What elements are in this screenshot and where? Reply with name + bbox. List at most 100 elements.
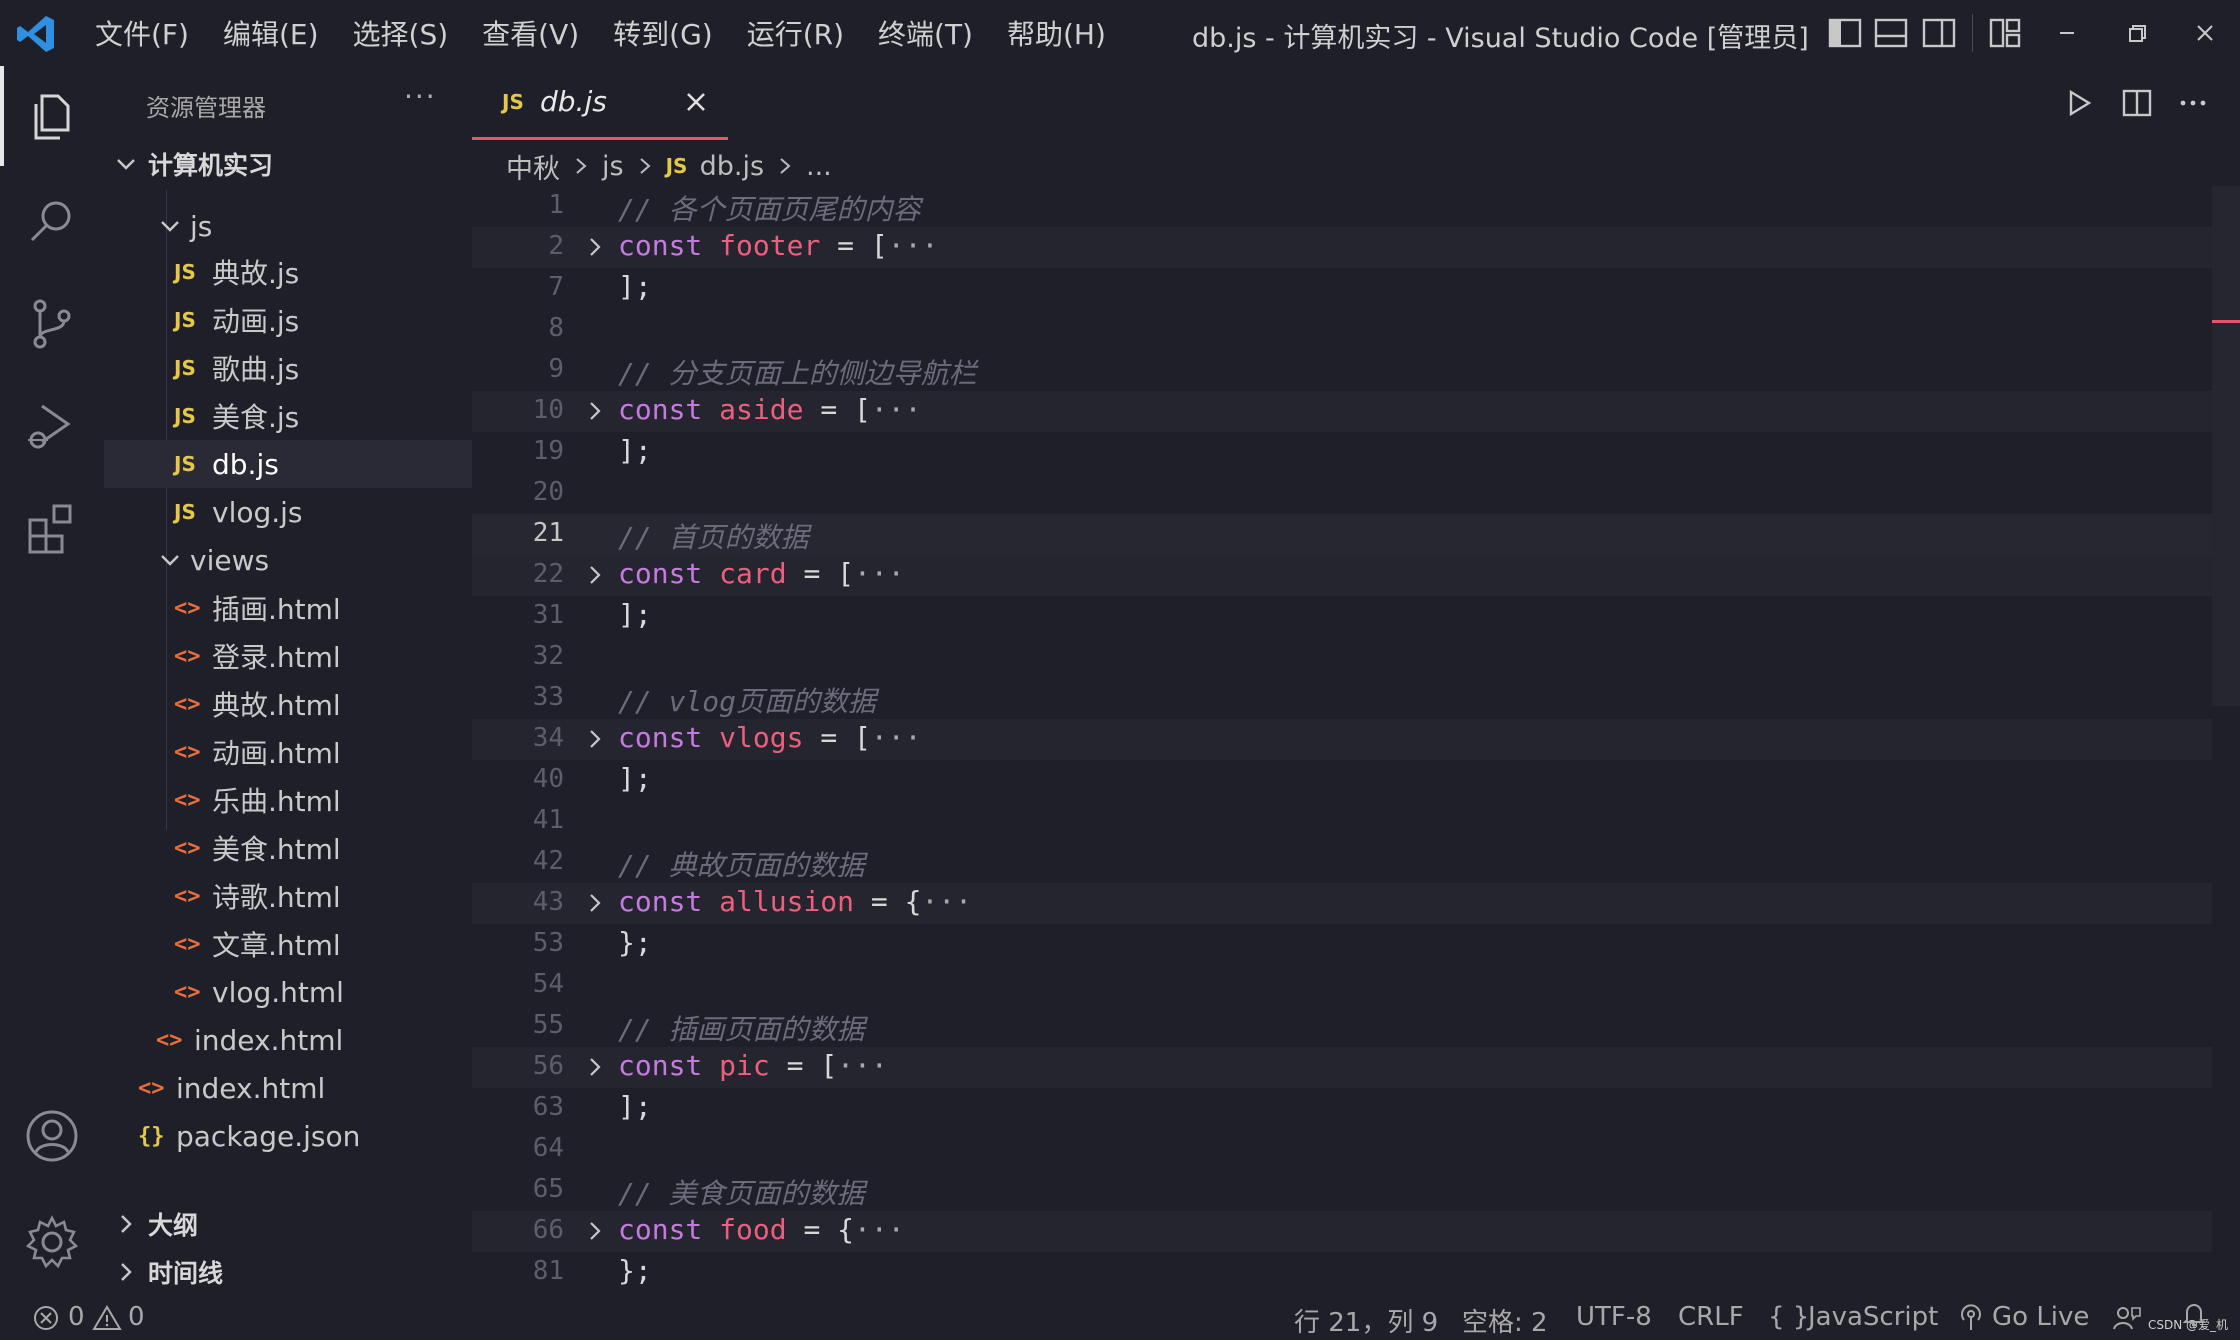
code-line[interactable]: 1 // 各个页面页尾的内容	[472, 186, 2212, 227]
tree-file-html[interactable]: <> 美食.html	[104, 824, 472, 872]
tree-folder-root[interactable]: 计算机实习	[104, 140, 472, 188]
close-icon[interactable]	[2186, 14, 2224, 52]
code-line[interactable]: 19];	[472, 432, 2212, 473]
run-debug-icon[interactable]	[22, 396, 82, 456]
timeline-section[interactable]: 时间线	[104, 1248, 472, 1296]
code-line[interactable]: 2 const footer = [···	[472, 227, 2212, 268]
menu-run[interactable]: 运行(R)	[730, 13, 861, 53]
tree-file-js-selected[interactable]: JS db.js	[104, 440, 472, 488]
code-line[interactable]: 43 const allusion = {···	[472, 883, 2212, 924]
tree-file-html[interactable]: <> 插画.html	[104, 584, 472, 632]
tree-file-html[interactable]: <> 文章.html	[104, 920, 472, 968]
tree-folder-js[interactable]: js	[104, 202, 472, 250]
toggle-secondary-sidebar-icon[interactable]	[1920, 14, 1958, 52]
error-icon[interactable]	[32, 1304, 60, 1332]
fold-chevron-right-icon[interactable]	[584, 1220, 606, 1242]
code-line[interactable]: 9 // 分支页面上的侧边导航栏	[472, 350, 2212, 391]
fold-chevron-right-icon[interactable]	[584, 728, 606, 750]
code-line[interactable]: 64	[472, 1129, 2212, 1170]
tree-file-html[interactable]: <> 登录.html	[104, 632, 472, 680]
tree-file-json[interactable]: {} package.json	[104, 1112, 472, 1160]
code-line[interactable]: 54	[472, 965, 2212, 1006]
tree-file-js[interactable]: JS 歌曲.js	[104, 344, 472, 392]
code-line[interactable]: 20	[472, 473, 2212, 514]
code-line[interactable]: 66 const food = {···	[472, 1211, 2212, 1252]
notifications-bell-icon[interactable]	[2180, 1300, 2208, 1328]
code-line[interactable]: 56 const pic = [···	[472, 1047, 2212, 1088]
error-count[interactable]: 0	[68, 1302, 85, 1332]
minimize-icon[interactable]	[2048, 14, 2086, 52]
outline-section[interactable]: 大纲	[104, 1200, 472, 1248]
code-line[interactable]: 41	[472, 801, 2212, 842]
customize-layout-icon[interactable]	[1986, 14, 2024, 52]
fold-chevron-right-icon[interactable]	[584, 564, 606, 586]
cursor-position[interactable]: 行 21，列 9	[1294, 1302, 1438, 1339]
end-of-line[interactable]: CRLF	[1678, 1302, 1744, 1332]
code-line[interactable]: 31];	[472, 596, 2212, 637]
code-line[interactable]: 34 const vlogs = [···	[472, 719, 2212, 760]
breadcrumb-item[interactable]: db.js	[700, 151, 764, 182]
fold-chevron-right-icon[interactable]	[584, 400, 606, 422]
code-line[interactable]: 7];	[472, 268, 2212, 309]
scrollbar-track[interactable]	[2212, 186, 2240, 706]
tree-file-js[interactable]: JS 动画.js	[104, 296, 472, 344]
menu-selection[interactable]: 选择(S)	[336, 13, 466, 53]
fold-chevron-right-icon[interactable]	[584, 1056, 606, 1078]
tree-file-html[interactable]: <> 典故.html	[104, 680, 472, 728]
warning-icon[interactable]	[92, 1304, 122, 1332]
extensions-icon[interactable]	[22, 498, 82, 558]
tree-file-html[interactable]: <> index.html	[104, 1016, 472, 1064]
tree-file-js[interactable]: JS 美食.js	[104, 392, 472, 440]
tree-folder-views[interactable]: views	[104, 536, 472, 584]
warning-count[interactable]: 0	[128, 1302, 145, 1332]
code-line[interactable]: 42 // 典故页面的数据	[472, 842, 2212, 883]
tab-close-icon[interactable]	[682, 88, 710, 116]
encoding[interactable]: UTF-8	[1576, 1302, 1652, 1332]
source-control-icon[interactable]	[22, 294, 82, 354]
menu-help[interactable]: 帮助(H)	[990, 13, 1123, 53]
tree-file-html[interactable]: <> vlog.html	[104, 968, 472, 1016]
go-live-button[interactable]: Go Live	[1992, 1302, 2089, 1332]
menu-terminal[interactable]: 终端(T)	[861, 13, 990, 53]
code-line[interactable]: 8	[472, 309, 2212, 350]
run-icon[interactable]	[2062, 86, 2096, 120]
language-mode[interactable]: JavaScript	[1808, 1302, 1938, 1332]
split-editor-icon[interactable]	[2120, 86, 2154, 120]
menu-file[interactable]: 文件(F)	[78, 13, 206, 53]
tab-db-js[interactable]: JS db.js	[472, 66, 728, 140]
code-line[interactable]: 33 // vlog页面的数据	[472, 678, 2212, 719]
restore-icon[interactable]	[2118, 14, 2156, 52]
sidebar-more-button[interactable]: ···	[404, 80, 437, 113]
breadcrumb-item[interactable]: js	[602, 151, 624, 182]
code-line[interactable]: 21 // 首页的数据	[472, 514, 2212, 555]
fold-chevron-right-icon[interactable]	[584, 892, 606, 914]
code-line[interactable]: 32	[472, 637, 2212, 678]
breadcrumb-item[interactable]: 中秋	[506, 147, 560, 186]
feedback-icon[interactable]	[2112, 1304, 2142, 1332]
tree-file-js[interactable]: JS vlog.js	[104, 488, 472, 536]
code-line[interactable]: 81};	[472, 1252, 2212, 1293]
tree-file-html[interactable]: <> 乐曲.html	[104, 776, 472, 824]
fold-chevron-right-icon[interactable]	[584, 236, 606, 258]
more-actions-icon[interactable]	[2176, 86, 2210, 120]
explorer-icon[interactable]	[22, 86, 82, 146]
code-line[interactable]: 65 // 美食页面的数据	[472, 1170, 2212, 1211]
toggle-primary-sidebar-icon[interactable]	[1826, 14, 1864, 52]
toggle-panel-icon[interactable]	[1872, 14, 1910, 52]
tree-file-html[interactable]: <> 动画.html	[104, 728, 472, 776]
menu-edit[interactable]: 编辑(E)	[206, 13, 336, 53]
code-line[interactable]: 10 const aside = [···	[472, 391, 2212, 432]
tree-file-js[interactable]: JS 典故.js	[104, 248, 472, 296]
indentation[interactable]: 空格: 2	[1462, 1302, 1548, 1339]
search-icon[interactable]	[22, 192, 82, 252]
code-line[interactable]: 63];	[472, 1088, 2212, 1129]
tree-file-html[interactable]: <> 诗歌.html	[104, 872, 472, 920]
tree-file-html[interactable]: <> index.html	[104, 1064, 472, 1112]
menu-go[interactable]: 转到(G)	[596, 13, 730, 53]
account-icon[interactable]	[22, 1106, 82, 1166]
code-line[interactable]: 53};	[472, 924, 2212, 965]
code-line[interactable]: 40];	[472, 760, 2212, 801]
menu-view[interactable]: 查看(V)	[465, 13, 596, 53]
code-line[interactable]: 55 // 插画页面的数据	[472, 1006, 2212, 1047]
settings-gear-icon[interactable]	[22, 1212, 82, 1272]
